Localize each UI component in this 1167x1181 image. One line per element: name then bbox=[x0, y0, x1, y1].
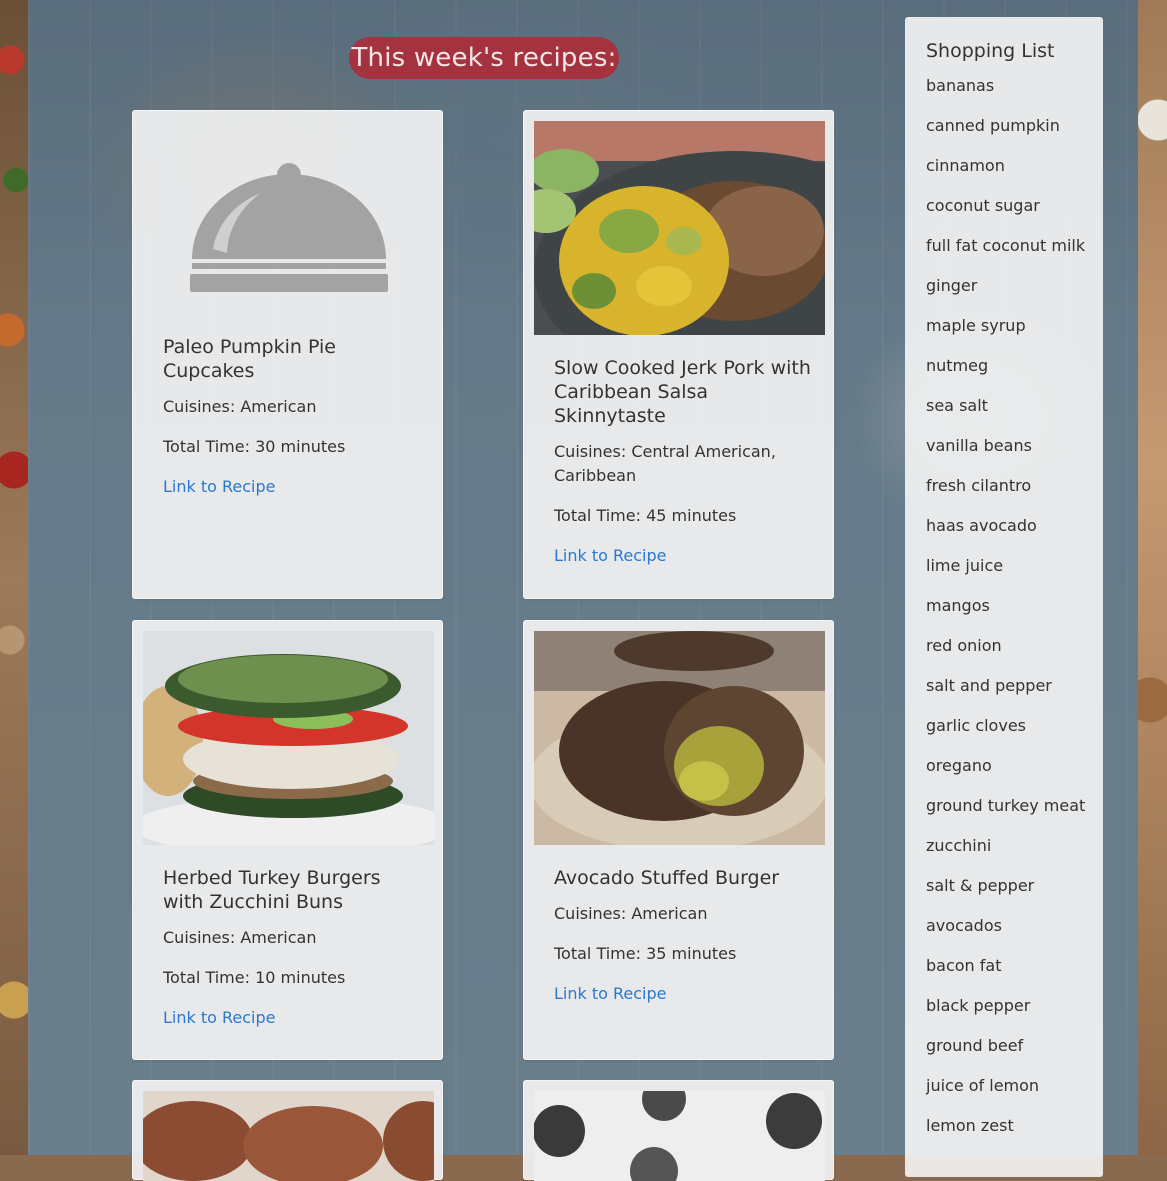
recipe-total-time: Total Time: 30 minutes bbox=[163, 437, 346, 456]
shopping-list-item: avocados bbox=[926, 916, 1002, 935]
recipe-link[interactable]: Link to Recipe bbox=[554, 544, 666, 568]
shopping-list-item: oregano bbox=[926, 756, 992, 775]
recipe-card: Slow Cooked Jerk Pork with Caribbean Sal… bbox=[523, 110, 834, 599]
shopping-list-item: salt & pepper bbox=[926, 876, 1035, 895]
turkey-burger-photo bbox=[143, 631, 434, 845]
shopping-list-item: canned pumpkin bbox=[926, 116, 1060, 135]
recipe-title: Herbed Turkey Burgers with Zucchini Buns bbox=[163, 867, 381, 913]
shopping-list-item: red onion bbox=[926, 636, 1002, 655]
stuffed-burger-photo bbox=[534, 631, 825, 845]
shopping-list-item: ginger bbox=[926, 276, 978, 295]
main-content: This week's recipes: Paleo Pumpkin Pie C… bbox=[28, 0, 1138, 1181]
shopping-list: bananas canned pumpkin cinnamon coconut sug… bbox=[926, 74, 1085, 1154]
shopping-list-title: Shopping List bbox=[926, 40, 1055, 62]
recipe-image bbox=[534, 1091, 825, 1181]
recipe-total-time: Total Time: 45 minutes bbox=[554, 506, 737, 525]
recipe-cuisines: Cuisines: Central American, Caribbean bbox=[554, 442, 776, 485]
shopping-list-item: cinnamon bbox=[926, 156, 1005, 175]
energy-balls-photo bbox=[534, 1091, 825, 1181]
shopping-list-item: lime juice bbox=[926, 556, 1004, 575]
dessert-photo bbox=[143, 1091, 434, 1181]
recipe-link[interactable]: Link to Recipe bbox=[554, 982, 666, 1006]
recipe-placeholder-image bbox=[143, 121, 434, 335]
recipe-link[interactable]: Link to Recipe bbox=[163, 1006, 275, 1030]
recipe-title: Slow Cooked Jerk Pork with Caribbean Sal… bbox=[554, 357, 811, 427]
recipe-link[interactable]: Link to Recipe bbox=[163, 475, 275, 499]
shopping-list-item: sea salt bbox=[926, 396, 988, 415]
recipe-cuisines: Cuisines: American bbox=[163, 928, 317, 947]
cloche-icon bbox=[190, 163, 388, 292]
shopping-list-item: ground turkey meat bbox=[926, 796, 1086, 815]
shopping-list-item: coconut sugar bbox=[926, 196, 1040, 215]
shopping-list-item: fresh cilantro bbox=[926, 476, 1032, 495]
recipe-card: Avocado Stuffed Burger Cuisines: America… bbox=[523, 620, 834, 1060]
shopping-list-item: salt and pepper bbox=[926, 676, 1052, 695]
recipe-image bbox=[534, 121, 825, 335]
shopping-list-item: haas avocado bbox=[926, 516, 1037, 535]
shopping-list-item: maple syrup bbox=[926, 316, 1026, 335]
shopping-list-item: lemon zest bbox=[926, 1116, 1014, 1135]
page-heading: This week's recipes: bbox=[349, 37, 619, 79]
shopping-list-item: vanilla beans bbox=[926, 436, 1032, 455]
recipe-title: Avocado Stuffed Burger bbox=[554, 867, 780, 889]
pork-salsa-photo bbox=[534, 121, 825, 335]
recipe-title: Paleo Pumpkin Pie Cupcakes bbox=[163, 336, 336, 382]
recipe-card bbox=[523, 1080, 834, 1181]
recipe-image bbox=[143, 631, 434, 845]
shopping-list-item: full fat coconut milk bbox=[926, 236, 1086, 255]
background-food-left bbox=[0, 0, 28, 1155]
shopping-list-panel: Shopping List bananas canned pumpkin cinna… bbox=[905, 17, 1103, 1177]
shopping-list-item: mangos bbox=[926, 596, 990, 615]
recipe-card: Paleo Pumpkin Pie Cupcakes Cuisines: Ame… bbox=[132, 110, 443, 599]
recipe-total-time: Total Time: 10 minutes bbox=[163, 968, 346, 987]
shopping-list-item: ground beef bbox=[926, 1036, 1024, 1055]
background-food-right bbox=[1138, 0, 1167, 1155]
shopping-list-item: juice of lemon bbox=[926, 1076, 1040, 1095]
recipe-card: Herbed Turkey Burgers with Zucchini Buns… bbox=[132, 620, 443, 1060]
shopping-list-item: zucchini bbox=[926, 836, 992, 855]
shopping-list-item: nutmeg bbox=[926, 356, 989, 375]
recipe-cuisines: Cuisines: American bbox=[554, 904, 708, 923]
recipe-cuisines: Cuisines: American bbox=[163, 397, 317, 416]
recipe-card bbox=[132, 1080, 443, 1181]
recipe-image bbox=[143, 1091, 434, 1181]
shopping-list-item: garlic cloves bbox=[926, 716, 1026, 735]
recipe-image bbox=[534, 631, 825, 845]
recipe-total-time: Total Time: 35 minutes bbox=[554, 944, 737, 963]
shopping-list-item: bananas bbox=[926, 76, 995, 95]
shopping-list-item: bacon fat bbox=[926, 956, 1002, 975]
shopping-list-item: black pepper bbox=[926, 996, 1031, 1015]
